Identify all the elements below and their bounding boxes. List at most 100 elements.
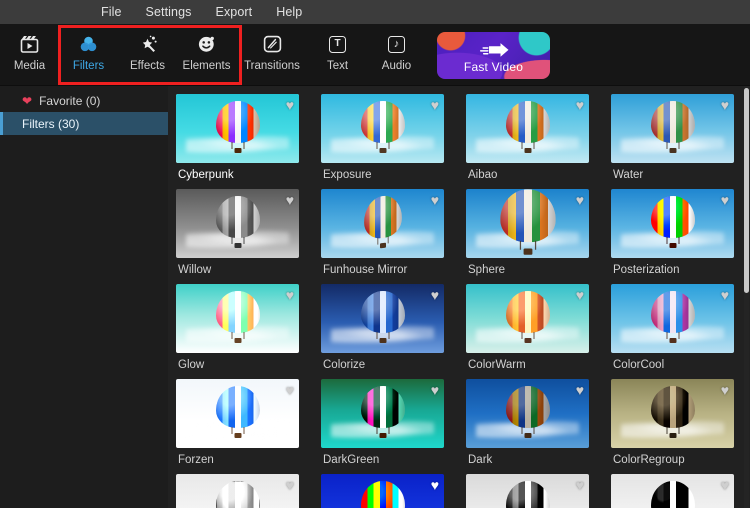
thumbnail-balloon — [215, 290, 260, 343]
filter-thumbnail[interactable]: ♥ — [466, 379, 589, 448]
filter-grid-cell[interactable]: ♥ ColorCool — [611, 284, 734, 379]
thumbnail-balloon — [360, 100, 405, 153]
filter-label: ColorRegroup — [613, 454, 685, 466]
filter-thumbnail[interactable]: ♥ — [466, 474, 589, 508]
favorite-heart-icon[interactable]: ♥ — [431, 98, 439, 112]
favorite-heart-icon[interactable]: ♥ — [721, 288, 729, 302]
fast-video-button[interactable]: Fast Video — [437, 32, 550, 79]
menu-item-settings[interactable]: Settings — [146, 5, 192, 19]
filter-thumbnail[interactable]: ♥ — [466, 284, 589, 353]
thumbnail-balloon — [215, 100, 260, 153]
favorite-heart-icon[interactable]: ♥ — [721, 193, 729, 207]
thumbnail-balloon — [650, 480, 695, 508]
favorite-heart-icon[interactable]: ♥ — [721, 98, 729, 112]
toolbar-label-text: Text — [326, 60, 349, 72]
toolbar-item-effects[interactable]: Effects — [118, 24, 177, 72]
thumbnail-balloon — [505, 480, 550, 508]
favorite-heart-icon[interactable]: ♥ — [286, 98, 294, 112]
audio-note-icon: ♪ — [388, 33, 405, 55]
filter-grid-cell[interactable]: ♥ — [321, 474, 444, 508]
favorite-heart-icon[interactable]: ♥ — [286, 193, 294, 207]
filter-thumbnail[interactable]: ♥ — [321, 94, 444, 163]
sidebar-label-favorite: Favorite (0) — [39, 93, 101, 108]
filter-grid-cell[interactable]: ♥ ColorRegroup — [611, 379, 734, 474]
filter-grid-cell[interactable]: ♥ — [611, 474, 734, 508]
filter-grid-cell[interactable]: ♥ Sphere — [466, 189, 589, 284]
transitions-icon — [263, 33, 282, 55]
filter-grid-cell[interactable]: ♥ Cyberpunk — [176, 94, 299, 189]
filter-grid-cell[interactable]: ♥ Forzen — [176, 379, 299, 474]
filter-grid-cell[interactable]: ♥ Colorize — [321, 284, 444, 379]
favorite-heart-icon[interactable]: ♥ — [576, 478, 584, 492]
favorite-heart-icon[interactable]: ♥ — [286, 478, 294, 492]
filter-thumbnail[interactable]: ♥ — [611, 379, 734, 448]
favorite-heart-icon[interactable]: ♥ — [431, 478, 439, 492]
menu-item-help[interactable]: Help — [276, 5, 302, 19]
toolbar-item-elements[interactable]: Elements — [177, 24, 236, 72]
thumbnail-balloon — [215, 195, 260, 248]
filter-grid-cell[interactable]: ♥ Aibao — [466, 94, 589, 189]
sidebar-item-favorite[interactable]: ❤ Favorite (0) — [0, 89, 168, 112]
toolbar-item-media[interactable]: Media — [0, 24, 59, 72]
filter-label: Willow — [178, 264, 212, 276]
favorite-heart-icon[interactable]: ♥ — [286, 383, 294, 397]
filter-thumbnail[interactable]: ♥ — [611, 189, 734, 258]
filter-thumbnail[interactable]: ♥ — [611, 474, 734, 508]
favorite-heart-icon[interactable]: ♥ — [576, 193, 584, 207]
favorite-heart-icon[interactable]: ♥ — [576, 288, 584, 302]
scrollbar-thumb[interactable] — [744, 88, 749, 293]
filter-label: Dark — [468, 454, 493, 466]
menu-item-file[interactable]: File — [101, 5, 122, 19]
filter-label: Colorize — [323, 359, 366, 371]
toolbar-item-filters[interactable]: Filters — [59, 24, 118, 72]
favorite-heart-icon[interactable]: ♥ — [431, 288, 439, 302]
favorite-heart-icon[interactable]: ♥ — [576, 383, 584, 397]
filter-grid-cell[interactable]: ♥ Dark — [466, 379, 589, 474]
filter-thumbnail[interactable]: ♥ — [321, 284, 444, 353]
filter-thumbnail[interactable]: ♥ — [611, 94, 734, 163]
filter-thumbnail[interactable]: ♥ — [611, 284, 734, 353]
thumbnail-balloon — [360, 385, 405, 438]
content-area: ❤ Favorite (0) Filters (30) ♥ Cyberpunk ♥ E… — [0, 86, 750, 508]
filter-thumbnail[interactable]: ♥ — [466, 189, 589, 258]
thumbnail-balloon — [650, 195, 695, 248]
favorite-heart-icon[interactable]: ♥ — [721, 478, 729, 492]
filter-thumbnail[interactable]: ♥ — [321, 379, 444, 448]
filter-thumbnail[interactable]: ♥ — [321, 474, 444, 508]
filter-thumbnail[interactable]: ♥ — [176, 474, 299, 508]
filter-grid-cell[interactable]: ♥ — [466, 474, 589, 508]
filter-grid-cell[interactable]: ♥ ColorWarm — [466, 284, 589, 379]
filter-grid-cell[interactable]: ♥ DarkGreen — [321, 379, 444, 474]
filter-grid-cell[interactable]: ♥ Exposure — [321, 94, 444, 189]
sidebar: ❤ Favorite (0) Filters (30) — [0, 86, 168, 508]
thumbnail-balloon — [215, 480, 260, 508]
filter-grid-cell[interactable]: ♥ Willow — [176, 189, 299, 284]
favorite-heart-icon[interactable]: ♥ — [431, 383, 439, 397]
filter-grid-cell[interactable]: ♥ Posterization — [611, 189, 734, 284]
text-t-icon: T — [329, 33, 346, 55]
toolbar-item-transitions[interactable]: Transitions — [236, 24, 308, 72]
filter-grid-cell[interactable]: ♥ Glow — [176, 284, 299, 379]
menu-item-export[interactable]: Export — [216, 5, 253, 19]
filter-thumbnail[interactable]: ♥ — [466, 94, 589, 163]
filter-grid-cell[interactable]: ♥ — [176, 474, 299, 508]
favorite-heart-icon[interactable]: ♥ — [286, 288, 294, 302]
thumbnail-balloon — [499, 189, 556, 255]
toolbar-item-audio[interactable]: ♪ Audio — [367, 24, 426, 72]
filter-thumbnail[interactable]: ♥ — [321, 189, 444, 258]
filter-thumbnail[interactable]: ♥ — [176, 189, 299, 258]
media-clapperboard-icon — [20, 33, 39, 55]
toolbar-item-text[interactable]: T Text — [308, 24, 367, 72]
filter-thumbnail[interactable]: ♥ — [176, 94, 299, 163]
sidebar-item-filters[interactable]: Filters (30) — [0, 112, 168, 135]
filter-thumbnail[interactable]: ♥ — [176, 379, 299, 448]
favorite-heart-icon[interactable]: ♥ — [431, 193, 439, 207]
sidebar-label-filters: Filters (30) — [22, 116, 80, 131]
filter-thumbnail[interactable]: ♥ — [176, 284, 299, 353]
favorite-heart-icon[interactable]: ♥ — [576, 98, 584, 112]
main-toolbar: Media Filters Effects Elements Transitio… — [0, 24, 750, 86]
filter-grid-cell[interactable]: ♥ Water — [611, 94, 734, 189]
favorite-heart-icon[interactable]: ♥ — [721, 383, 729, 397]
filter-grid-cell[interactable]: ♥ Funhouse Mirror — [321, 189, 444, 284]
filter-label: Posterization — [613, 264, 680, 276]
